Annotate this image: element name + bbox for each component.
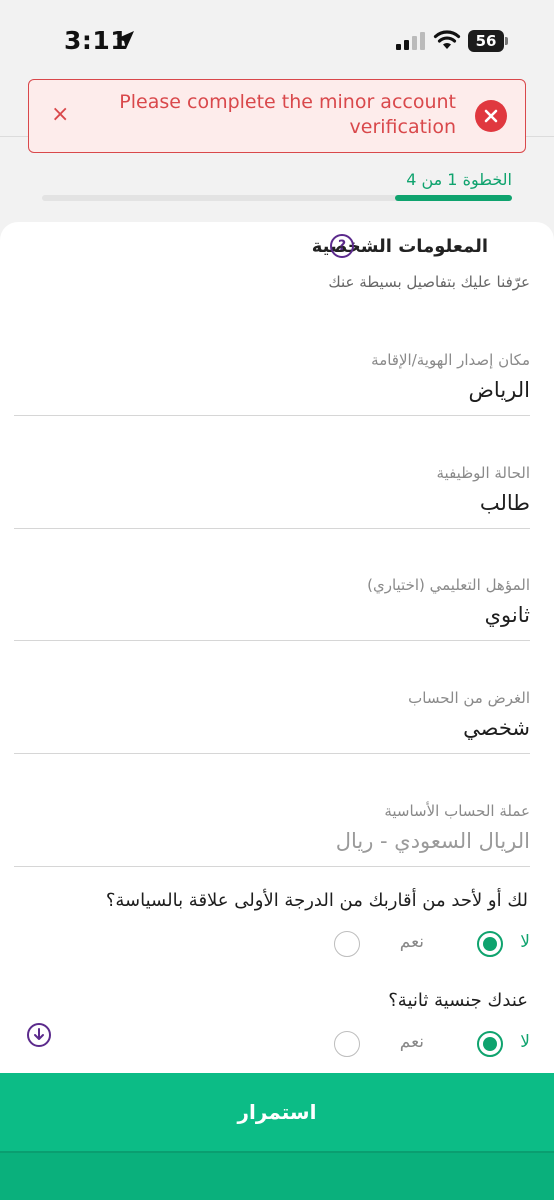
close-icon[interactable]: × [51,102,71,128]
field-account-purpose[interactable]: الغرض من الحساب شخصي [14,686,530,754]
bottom-bar [0,1151,554,1200]
field-label: الحالة الوظيفية [436,464,530,482]
radio-yes-label: نعم [399,1032,424,1052]
error-x-icon [475,100,507,132]
field-label: المؤهل التعليمي (اختياري) [367,576,530,594]
cellular-signal-icon [396,32,425,50]
radio-yes[interactable] [334,1031,360,1057]
battery-level: 56 [475,32,497,50]
help-icon[interactable]: ? [330,234,354,258]
field-label: الغرض من الحساب [408,689,530,707]
field-value: الرياض [468,378,530,402]
banner-message: Please complete the minor account verifi… [119,91,456,138]
error-banner: × Please complete the minor account veri… [28,79,526,153]
field-account-currency: عملة الحساب الأساسية الريال السعودي - ري… [14,799,530,867]
section-subtitle: عرّفنا عليك بتفاصيل بسيطة عنك [328,273,530,291]
progress-bar [42,195,512,201]
field-education[interactable]: المؤهل التعليمي (اختياري) ثانوي [14,573,530,641]
radio-no[interactable] [477,1031,503,1057]
location-arrow-icon [116,31,134,49]
field-label: مكان إصدار الهوية/الإقامة [371,351,530,369]
field-value: شخصي [463,716,530,740]
field-id-issue-place[interactable]: مكان إصدار الهوية/الإقامة الرياض [14,348,530,416]
step-indicator: الخطوة 1 من 4 [406,170,512,189]
progress-bar-fill [394,195,512,201]
field-value: ثانوي [484,603,530,627]
radio-group-nationality: لا نعم [310,1031,530,1059]
field-underline [14,415,530,416]
radio-yes-label: نعم [399,932,424,952]
question-second-nationality: عندك جنسية ثانية؟ [388,990,528,1011]
continue-button[interactable]: استمرار [0,1073,554,1151]
field-underline [14,528,530,529]
scroll-down-icon[interactable] [27,1023,51,1047]
radio-group-politics: لا نعم [310,931,530,959]
field-employment-status[interactable]: الحالة الوظيفية طالب [14,461,530,529]
battery-icon: 56 [468,30,508,52]
radio-no-label: لا [520,1032,530,1052]
field-underline [14,753,530,754]
field-underline [14,866,530,867]
radio-no[interactable] [477,931,503,957]
radio-no-label: لا [520,932,530,952]
field-value: الريال السعودي - ريال [335,829,530,853]
question-politics: لك أو لأحد من أقاربك من الدرجة الأولى عل… [105,890,528,911]
wifi-icon [433,30,461,49]
field-value: طالب [479,491,530,515]
radio-yes[interactable] [334,931,360,957]
field-underline [14,640,530,641]
field-label: عملة الحساب الأساسية [384,802,530,820]
